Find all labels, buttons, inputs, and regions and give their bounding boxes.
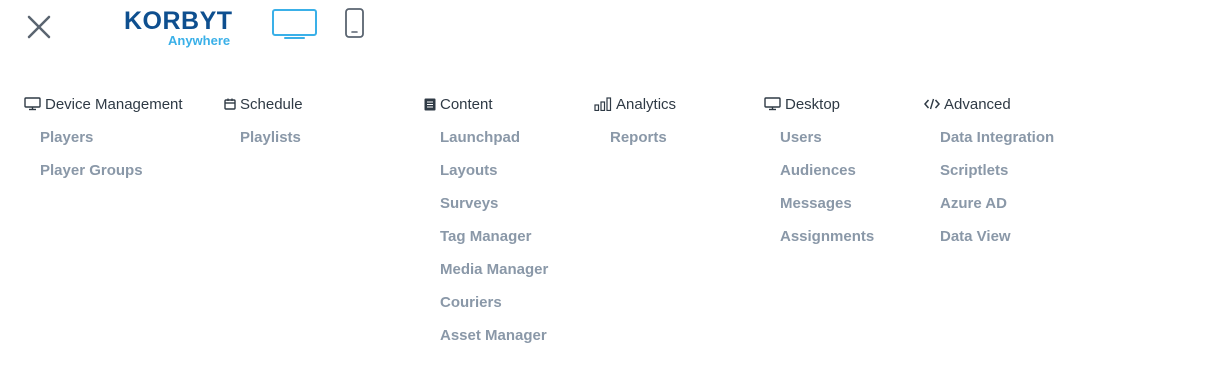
menu-item-assignments[interactable]: Assignments	[764, 227, 874, 260]
mobile-view-button[interactable]	[344, 8, 366, 40]
menu-item-couriers[interactable]: Couriers	[424, 293, 548, 326]
calendar-icon	[224, 98, 236, 110]
menu-column-desktop: Desktop Users Audiences Messages Assignm…	[764, 94, 874, 260]
menu-item-data-view[interactable]: Data View	[924, 227, 1054, 260]
menu-header-advanced[interactable]: Advanced	[924, 94, 1054, 114]
close-icon	[27, 15, 51, 39]
menu-header-label: Analytics	[616, 95, 677, 113]
menu-item-users[interactable]: Users	[764, 128, 874, 161]
menu-column-device-management: Device Management Players Player Groups	[24, 94, 183, 194]
menu-item-launchpad[interactable]: Launchpad	[424, 128, 548, 161]
menu-item-data-integration[interactable]: Data Integration	[924, 128, 1054, 161]
menu-item-list: Launchpad Layouts Surveys Tag Manager Me…	[424, 128, 548, 359]
menu-item-audiences[interactable]: Audiences	[764, 161, 874, 194]
menu-item-asset-manager[interactable]: Asset Manager	[424, 326, 548, 359]
bar-chart-icon	[594, 97, 612, 112]
menu-header-label: Schedule	[240, 95, 303, 113]
menu-header-desktop[interactable]: Desktop	[764, 94, 874, 114]
menu-item-list: Data Integration Scriptlets Azure AD Dat…	[924, 128, 1054, 260]
menu-header-label: Advanced	[944, 95, 1011, 113]
menu-item-players[interactable]: Players	[24, 128, 183, 161]
menu-header-device-management[interactable]: Device Management	[24, 94, 183, 114]
code-icon	[924, 98, 940, 110]
menu-item-layouts[interactable]: Layouts	[424, 161, 548, 194]
menu-header-label: Device Management	[45, 95, 183, 113]
monitor-icon	[764, 97, 781, 111]
monitor-icon	[24, 97, 41, 111]
menu-item-reports[interactable]: Reports	[594, 128, 676, 161]
menu-column-analytics: Analytics Reports	[594, 94, 676, 161]
menu-item-surveys[interactable]: Surveys	[424, 194, 548, 227]
menu-header-label: Content	[440, 95, 493, 113]
logo-text: KORBYT	[124, 7, 233, 35]
menu-item-media-manager[interactable]: Media Manager	[424, 260, 548, 293]
close-button[interactable]	[26, 14, 52, 40]
menu-item-messages[interactable]: Messages	[764, 194, 874, 227]
menu-item-list: Reports	[594, 128, 676, 161]
menu-header-schedule[interactable]: Schedule	[224, 94, 303, 114]
menu-item-list: Playlists	[224, 128, 303, 161]
menu-item-tag-manager[interactable]: Tag Manager	[424, 227, 548, 260]
menu-header-analytics[interactable]: Analytics	[594, 94, 676, 114]
document-icon	[424, 98, 436, 111]
desktop-view-button[interactable]	[271, 8, 319, 40]
menu-item-scriptlets[interactable]: Scriptlets	[924, 161, 1054, 194]
menu-item-playlists[interactable]: Playlists	[224, 128, 303, 161]
mobile-phone-icon	[345, 8, 364, 38]
menu-item-player-groups[interactable]: Player Groups	[24, 161, 183, 194]
menu-column-advanced: Advanced Data Integration Scriptlets Azu…	[924, 94, 1054, 260]
logo-subtext: Anywhere	[168, 33, 231, 48]
desktop-monitor-icon	[272, 9, 317, 39]
menu-item-list: Players Player Groups	[24, 128, 183, 194]
menu-column-schedule: Schedule Playlists	[224, 94, 303, 161]
menu-header-content[interactable]: Content	[424, 94, 548, 114]
brand-logo: KORBYT Anywhere	[124, 7, 244, 49]
menu-item-azure-ad[interactable]: Azure AD	[924, 194, 1054, 227]
menu-item-list: Users Audiences Messages Assignments	[764, 128, 874, 260]
menu-header-label: Desktop	[785, 95, 841, 113]
menu-column-content: Content Launchpad Layouts Surveys Tag Ma…	[424, 94, 548, 359]
